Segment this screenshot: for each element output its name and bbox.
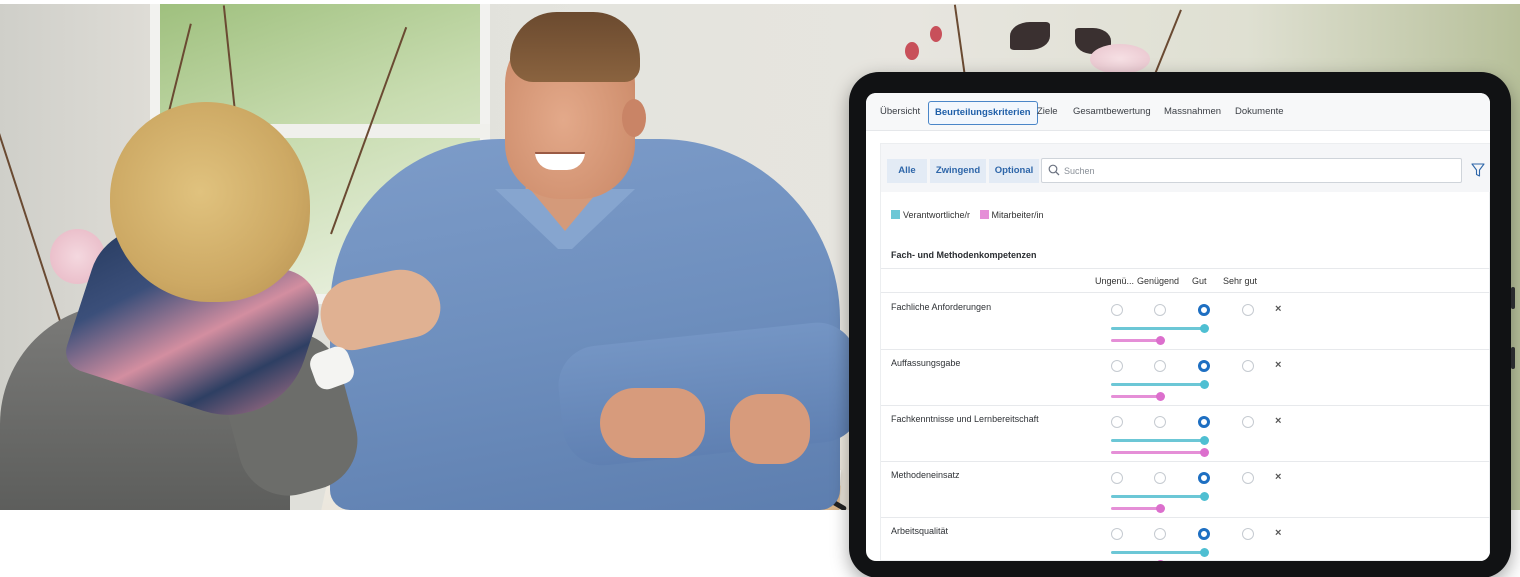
rating-radio[interactable] xyxy=(1242,528,1254,540)
rating-radio[interactable] xyxy=(1198,528,1210,540)
filter-optional-button[interactable]: Optional xyxy=(989,159,1039,183)
tab-overview[interactable]: Übersicht xyxy=(874,101,926,125)
rating-radio[interactable] xyxy=(1198,416,1210,428)
tab-criteria[interactable]: Beurteilungskriterien xyxy=(928,101,1038,125)
clear-rating-icon[interactable]: × xyxy=(1275,359,1281,371)
tablet-side-button xyxy=(1511,287,1515,309)
supervisor-rating-slider-knob[interactable] xyxy=(1200,436,1209,445)
legend-employee: Mitarbeiter/in xyxy=(979,210,1044,220)
supervisor-rating-slider xyxy=(1111,492,1209,501)
tab-documents[interactable]: Dokumente xyxy=(1229,101,1290,125)
photo-man-hair xyxy=(510,12,640,82)
criteria-panel: Alle Zwingend Optional Suchen Verantwort… xyxy=(880,143,1490,561)
supervisor-rating-slider-knob[interactable] xyxy=(1200,492,1209,501)
rating-radio[interactable] xyxy=(1154,528,1166,540)
stage: Übersicht Beurteilungskriterien Ziele Ge… xyxy=(0,0,1520,577)
column-header: Gut xyxy=(1192,276,1207,286)
employee-rating-slider xyxy=(1111,448,1209,457)
clear-rating-icon[interactable]: × xyxy=(1275,415,1281,427)
employee-rating-slider-knob[interactable] xyxy=(1156,336,1165,345)
employee-rating-slider-knob[interactable] xyxy=(1156,560,1165,561)
rating-radio[interactable] xyxy=(1154,472,1166,484)
rating-radio[interactable] xyxy=(1154,416,1166,428)
criterion-label: Methodeneinsatz xyxy=(891,470,960,480)
photo-flower xyxy=(905,42,919,60)
legend-swatch-supervisor xyxy=(891,210,900,219)
section-title: Fach- und Methodenkompetenzen xyxy=(891,250,1037,260)
rating-radio[interactable] xyxy=(1154,304,1166,316)
search-input[interactable] xyxy=(1064,162,1454,180)
rating-radio[interactable] xyxy=(1198,472,1210,484)
rating-radio[interactable] xyxy=(1111,304,1123,316)
criterion-row: Arbeitsqualität × xyxy=(881,518,1490,561)
tab-measures[interactable]: Massnahmen xyxy=(1158,101,1227,125)
rating-radio[interactable] xyxy=(1111,528,1123,540)
photo-man-ear xyxy=(622,99,646,137)
filter-bar: Alle Zwingend Optional xyxy=(881,144,1490,192)
criterion-row: Fachliche Anforderungen × xyxy=(881,294,1490,350)
legend-supervisor-label: Verantwortliche/r xyxy=(903,210,971,220)
photo-man-hand xyxy=(730,394,810,464)
filter-mandatory-button[interactable]: Zwingend xyxy=(930,159,986,183)
employee-rating-slider-knob[interactable] xyxy=(1156,504,1165,513)
supervisor-rating-slider xyxy=(1111,436,1209,445)
photo-flower xyxy=(1090,44,1150,74)
legend-supervisor: Verantwortliche/r xyxy=(891,210,970,220)
column-header: Genügend xyxy=(1137,276,1180,286)
filter-icon[interactable] xyxy=(1471,162,1485,178)
criterion-label: Auffassungsgabe xyxy=(891,358,961,368)
criterion-row: Fachkenntnisse und Lernbereitschaft × xyxy=(881,406,1490,462)
rating-radio[interactable] xyxy=(1111,472,1123,484)
tablet-screen: Übersicht Beurteilungskriterien Ziele Ge… xyxy=(866,93,1490,561)
photo-flower xyxy=(1010,22,1050,50)
criterion-label: Fachkenntnisse und Lernbereitschaft xyxy=(891,414,1039,424)
search-box xyxy=(1041,158,1462,183)
clear-rating-icon[interactable]: × xyxy=(1275,303,1281,315)
legend-employee-label: Mitarbeiter/in xyxy=(991,210,1044,220)
supervisor-rating-slider-knob[interactable] xyxy=(1200,548,1209,557)
rating-radio[interactable] xyxy=(1242,472,1254,484)
employee-rating-slider xyxy=(1111,336,1165,345)
tab-overall-rating[interactable]: Gesamtbewertung xyxy=(1067,101,1157,125)
supervisor-rating-slider xyxy=(1111,324,1209,333)
photo-man-hand xyxy=(600,388,705,458)
employee-rating-slider-knob[interactable] xyxy=(1200,448,1209,457)
rating-header-row: Ungenü... Genügend Gut Sehr gut xyxy=(881,268,1490,293)
column-header: Ungenü... xyxy=(1095,276,1135,286)
rating-radio[interactable] xyxy=(1242,304,1254,316)
search-icon xyxy=(1048,164,1060,176)
photo-woman-head xyxy=(110,102,310,302)
tab-goals[interactable]: Ziele xyxy=(1031,101,1064,125)
criterion-row: Methodeneinsatz × xyxy=(881,462,1490,518)
rating-radio[interactable] xyxy=(1242,360,1254,372)
clear-rating-icon[interactable]: × xyxy=(1275,471,1281,483)
legend: Verantwortliche/r Mitarbeiter/in xyxy=(891,210,1051,224)
supervisor-rating-slider-knob[interactable] xyxy=(1200,324,1209,333)
rating-radio[interactable] xyxy=(1242,416,1254,428)
rating-radio[interactable] xyxy=(1198,360,1210,372)
clear-rating-icon[interactable]: × xyxy=(1275,527,1281,539)
filter-all-button[interactable]: Alle xyxy=(887,159,927,183)
criterion-row: Auffassungsgabe × xyxy=(881,350,1490,406)
criterion-label: Arbeitsqualität xyxy=(891,526,949,536)
rating-radio[interactable] xyxy=(1111,416,1123,428)
column-header: Sehr gut xyxy=(1223,276,1258,286)
employee-rating-slider xyxy=(1111,504,1165,513)
employee-rating-slider-knob[interactable] xyxy=(1156,392,1165,401)
tab-bar: Übersicht Beurteilungskriterien Ziele Ge… xyxy=(866,93,1490,131)
rating-radio[interactable] xyxy=(1154,360,1166,372)
criterion-label: Fachliche Anforderungen xyxy=(891,302,992,312)
tablet-side-button xyxy=(1511,347,1515,369)
employee-rating-slider xyxy=(1111,392,1165,401)
supervisor-rating-slider xyxy=(1111,548,1209,557)
supervisor-rating-slider xyxy=(1111,380,1209,389)
rating-radio[interactable] xyxy=(1198,304,1210,316)
photo-flower xyxy=(930,26,942,42)
rating-radio[interactable] xyxy=(1111,360,1123,372)
legend-swatch-employee xyxy=(979,210,989,219)
supervisor-rating-slider-knob[interactable] xyxy=(1200,380,1209,389)
tablet-device: Übersicht Beurteilungskriterien Ziele Ge… xyxy=(849,72,1515,577)
